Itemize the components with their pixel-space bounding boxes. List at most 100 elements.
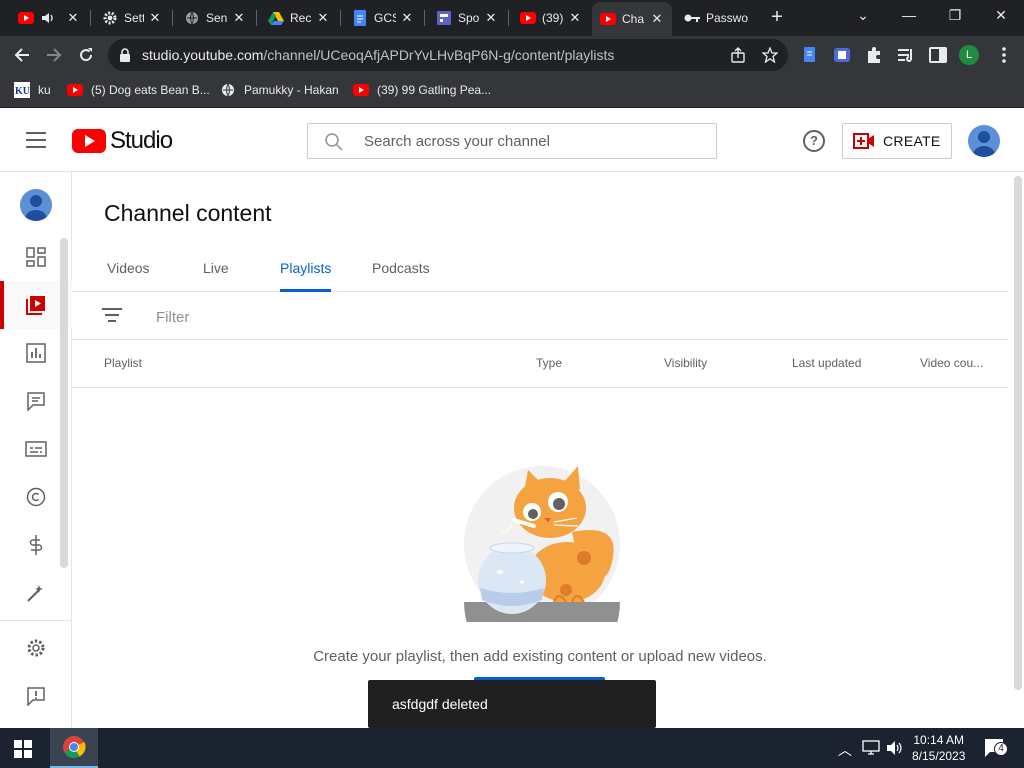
- browser-tab[interactable]: Rec ✕: [260, 4, 338, 32]
- taskbar-clock[interactable]: 10:14 AM 8/15/2023: [912, 732, 965, 764]
- column-header-type[interactable]: Type: [536, 356, 562, 370]
- main-content: Channel content Videos Live Playlists Po…: [72, 172, 1024, 728]
- bookmark-item[interactable]: (39) 99 Gatling Pea...: [353, 82, 491, 98]
- google-drive-icon: [268, 10, 284, 26]
- browser-tab[interactable]: Sen ✕: [176, 4, 254, 32]
- globe-icon: [184, 10, 200, 26]
- snackbar-toast: asfdgdf deleted: [368, 680, 656, 728]
- sidebar-item-customization[interactable]: [0, 569, 72, 617]
- create-button[interactable]: CREATE: [842, 123, 952, 159]
- tab-close-icon[interactable]: ✕: [66, 10, 80, 26]
- side-panel-icon[interactable]: [929, 46, 947, 64]
- content-icon: [26, 296, 45, 315]
- comments-icon: [27, 392, 45, 411]
- youtube-icon: [67, 82, 83, 98]
- tab-close-icon[interactable]: ✕: [232, 10, 246, 26]
- browser-tab[interactable]: Passwor: [676, 4, 756, 32]
- youtube-icon: [18, 10, 34, 26]
- taskbar-chrome-button[interactable]: [50, 728, 98, 768]
- column-header-visibility[interactable]: Visibility: [664, 356, 707, 370]
- column-header-playlist[interactable]: Playlist: [104, 356, 142, 370]
- minimize-button[interactable]: —: [886, 0, 932, 30]
- account-avatar[interactable]: [968, 125, 1000, 157]
- copyright-icon: [26, 487, 46, 507]
- address-bar[interactable]: studio.youtube.com/channel/UCeoqAfjAPDrY…: [108, 39, 788, 71]
- extension-translate-icon[interactable]: [833, 46, 851, 64]
- channel-avatar[interactable]: [20, 189, 52, 221]
- chrome-icon: [63, 736, 86, 758]
- youtube-icon: [520, 10, 536, 26]
- reload-button[interactable]: [73, 42, 99, 68]
- bookmark-item[interactable]: KU ku: [14, 82, 51, 98]
- extension-docs-icon[interactable]: [801, 46, 819, 64]
- tab-close-icon[interactable]: ✕: [316, 10, 330, 26]
- main-scrollbar[interactable]: [1014, 176, 1022, 690]
- lock-icon: [120, 48, 130, 62]
- feedback-icon: [27, 687, 45, 706]
- browser-toolbar: studio.youtube.com/channel/UCeoqAfjAPDrY…: [0, 36, 1024, 74]
- browser-tab[interactable]: Spo ✕: [428, 4, 506, 32]
- forward-button[interactable]: [41, 42, 67, 68]
- bookmark-star-icon[interactable]: [762, 47, 778, 63]
- empty-state-cat-illustration: [464, 466, 620, 622]
- tab-close-icon[interactable]: ✕: [148, 10, 162, 26]
- hamburger-menu-icon[interactable]: [26, 132, 46, 148]
- browser-tab[interactable]: ✕: [10, 4, 88, 32]
- sidebar-item-feedback[interactable]: [0, 672, 72, 720]
- column-header-video-count[interactable]: Video cou...: [920, 356, 983, 370]
- bookmark-item[interactable]: (5) Dog eats Bean B...: [67, 82, 210, 98]
- bookmark-item[interactable]: Pamukky - Hakan: [220, 82, 339, 98]
- browser-tab-active[interactable]: Cha ✕: [592, 2, 672, 36]
- customization-icon: [27, 585, 43, 602]
- filter-bar: [72, 292, 1008, 340]
- tab-close-icon[interactable]: ✕: [484, 10, 498, 26]
- tray-chevron-up-icon[interactable]: ︿: [838, 740, 852, 760]
- extensions-puzzle-icon[interactable]: [865, 46, 883, 64]
- search-input[interactable]: [364, 131, 694, 151]
- speaker-icon: [40, 10, 56, 26]
- browser-tab[interactable]: GCS ✕: [344, 4, 422, 32]
- bookmarks-bar: KU ku (5) Dog eats Bean B... Pamukky - H…: [0, 74, 1024, 108]
- analytics-icon: [26, 343, 46, 363]
- help-icon[interactable]: ?: [803, 130, 825, 152]
- back-button[interactable]: [9, 42, 35, 68]
- network-icon[interactable]: [862, 740, 880, 756]
- tab-playlists[interactable]: Playlists: [280, 260, 332, 292]
- sidebar-item-settings[interactable]: [0, 624, 72, 672]
- earn-icon: [29, 535, 43, 555]
- browser-tab[interactable]: (39) ✕: [512, 4, 590, 32]
- filter-icon[interactable]: [102, 308, 122, 324]
- volume-icon[interactable]: [886, 740, 904, 756]
- restore-button[interactable]: ❐: [932, 0, 978, 30]
- tab-podcasts[interactable]: Podcasts: [372, 260, 430, 292]
- sidebar-scrollbar[interactable]: [60, 238, 68, 568]
- left-sidebar: [0, 172, 72, 728]
- key-icon: [684, 10, 700, 26]
- tab-close-icon[interactable]: ✕: [650, 11, 664, 27]
- windows-start-icon[interactable]: [14, 740, 32, 758]
- windows-taskbar: ︿ 10:14 AM 8/15/2023 4: [0, 728, 1024, 768]
- media-queue-icon[interactable]: [897, 46, 915, 64]
- tab-close-icon[interactable]: ✕: [568, 10, 582, 26]
- tab-live[interactable]: Live: [203, 260, 229, 292]
- profile-avatar[interactable]: L: [959, 45, 979, 65]
- url-text: studio.youtube.com/channel/UCeoqAfjAPDrY…: [142, 47, 615, 63]
- ku-icon: KU: [14, 82, 30, 98]
- column-header-last-updated[interactable]: Last updated: [792, 356, 861, 370]
- new-tab-button[interactable]: +: [766, 6, 788, 28]
- tab-close-icon[interactable]: ✕: [400, 10, 414, 26]
- channel-search-box[interactable]: [307, 123, 717, 159]
- share-icon[interactable]: [730, 47, 746, 63]
- studio-logo[interactable]: Studio: [72, 127, 173, 155]
- reload-icon: [80, 48, 93, 62]
- browser-tab[interactable]: Setti ✕: [94, 4, 170, 32]
- notification-center-button[interactable]: 4: [984, 738, 1008, 758]
- menu-kebab-icon[interactable]: [995, 46, 1013, 64]
- studio-header: Studio ? CREATE: [0, 108, 1024, 172]
- youtube-icon: [353, 82, 369, 98]
- tab-videos[interactable]: Videos: [107, 260, 150, 292]
- tab-search-chevron-icon[interactable]: ⌄: [840, 0, 886, 30]
- empty-state-message: Create your playlist, then add existing …: [313, 648, 767, 665]
- close-window-button[interactable]: ✕: [978, 0, 1024, 30]
- filter-input[interactable]: [156, 307, 556, 327]
